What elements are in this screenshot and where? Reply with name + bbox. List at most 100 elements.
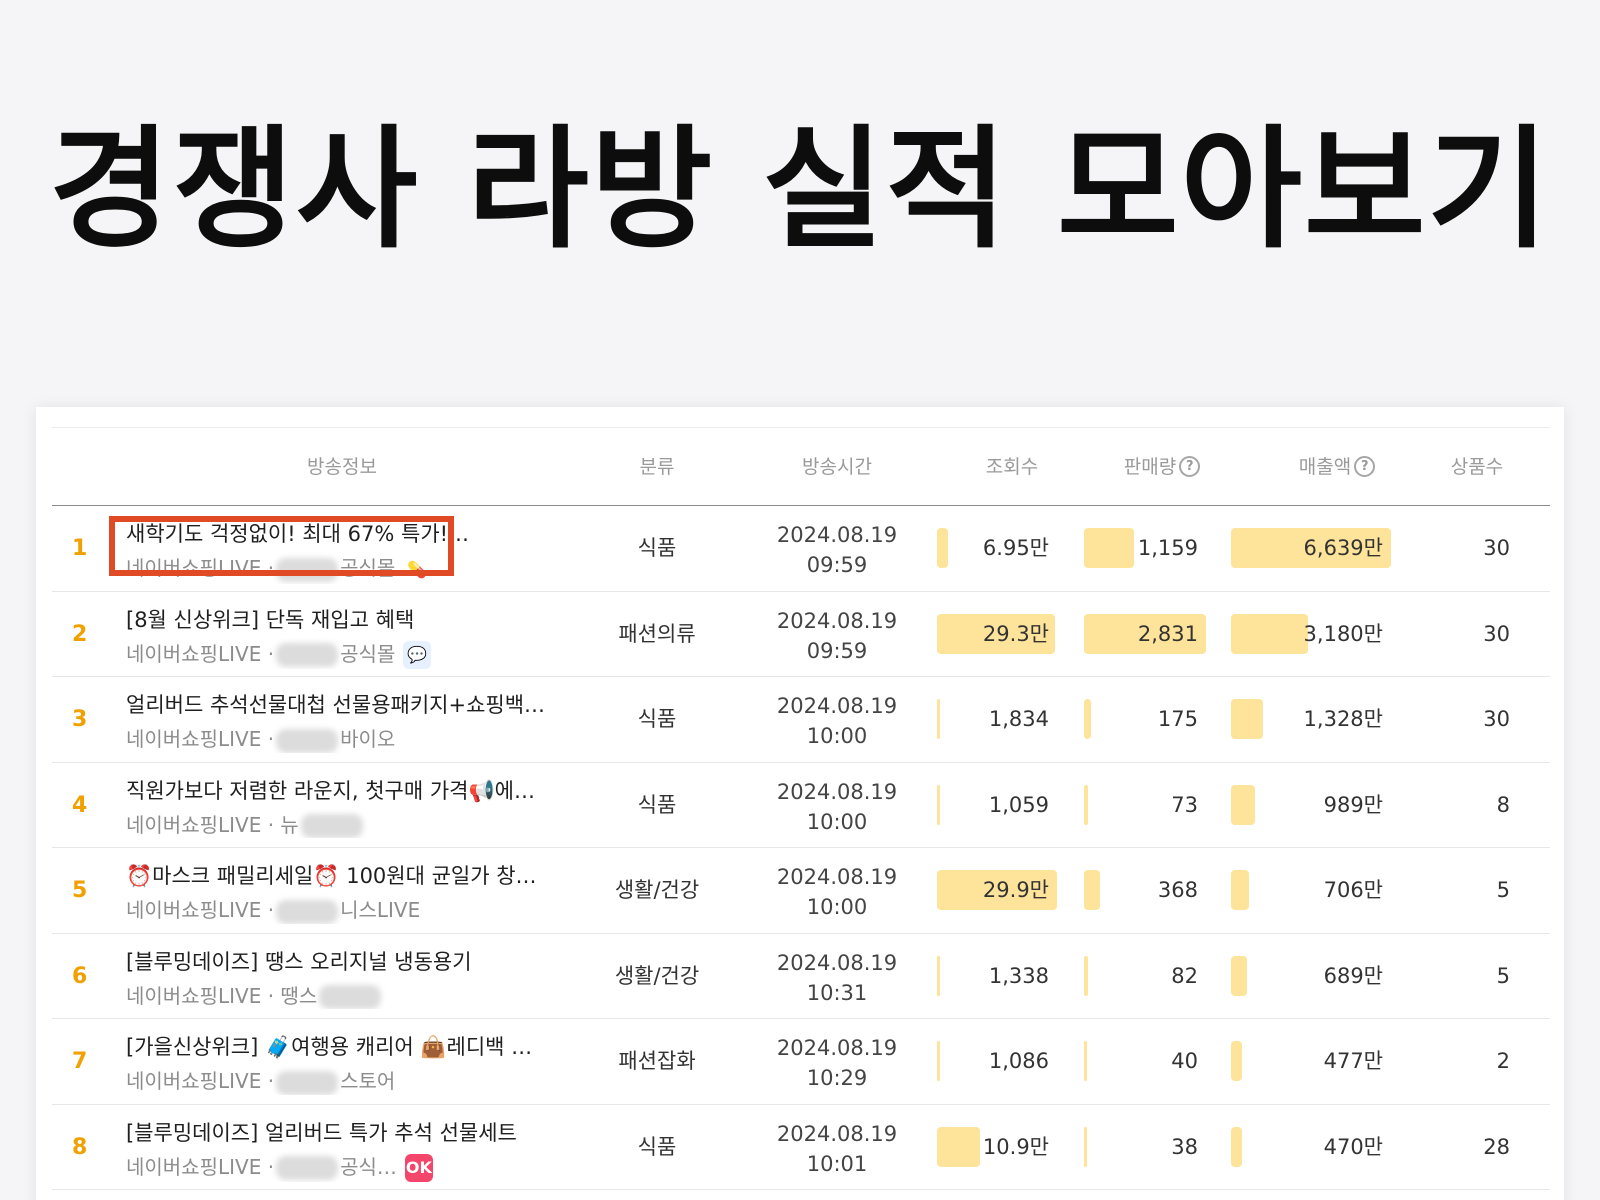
broadcast-clock: 09:59 (806, 553, 868, 577)
revenue-value: 3,180만 (1303, 621, 1383, 646)
broadcast-title[interactable]: [블루밍데이즈] 땡스 오리지널 냉동용기 (126, 946, 566, 976)
broadcast-date: 2024.08.19 (776, 608, 898, 633)
highlight-box (109, 516, 454, 576)
sales-cell: 40 (1084, 1041, 1206, 1081)
column-header-info[interactable]: 방송정보 (242, 428, 442, 506)
broadcast-clock: 09:59 (806, 638, 868, 663)
revenue-cell: 1,328만 (1231, 699, 1391, 739)
table-header: 방송정보 분류 방송시간 조회수 판매량? 매출액? 상품수 (52, 428, 1550, 506)
table-row[interactable]: 8 [블루밍데이즈] 얼리버드 특가 추석 선물세트 네이버쇼핑LIVE · 공식… (52, 1105, 1550, 1190)
broadcast-clock: 10:01 (806, 1151, 868, 1176)
views-cell: 29.9만 (937, 870, 1057, 910)
column-header-views[interactable]: 조회수 (952, 428, 1072, 506)
product-count-cell: 5 (1496, 963, 1510, 988)
column-header-category[interactable]: 분류 (597, 428, 717, 506)
product-count-cell: 8 (1496, 792, 1510, 817)
broadcast-date: 2024.08.19 (776, 865, 898, 889)
views-bar (937, 699, 940, 739)
category-cell: 식품 (637, 1134, 677, 1159)
views-value: 1,059 (988, 792, 1049, 817)
product-count-cell: 2 (1496, 1049, 1510, 1073)
blurred-store-name (319, 985, 382, 1009)
category-cell: 식품 (637, 536, 677, 560)
sales-bar (1084, 699, 1091, 739)
broadcast-title[interactable]: 직원가보다 저렴한 라운지, 첫구매 가격📢에… (126, 775, 566, 805)
broadcast-clock: 10:00 (806, 724, 868, 748)
broadcast-date: 2024.08.19 (776, 1121, 898, 1146)
blurred-store-name (276, 728, 339, 753)
broadcast-title[interactable]: [8월 신상위크] 단독 재입고 혜택 (126, 604, 566, 634)
broadcast-title[interactable]: ⏰마스크 패밀리세일⏰ 100원대 균일가 창… (126, 860, 566, 890)
channel-name: 네이버쇼핑LIVE · (126, 641, 275, 666)
product-count-cell: 28 (1483, 1134, 1510, 1159)
category-cell: 생활/건강 (614, 878, 700, 902)
revenue-value: 6,639만 (1303, 536, 1383, 560)
broadcast-title[interactable]: [블루밍데이즈] 얼리버드 특가 추석 선물세트 (126, 1117, 566, 1147)
views-bar (937, 1041, 940, 1081)
table-row[interactable]: 3 얼리버드 추석선물대첩 선물용패키지+쇼핑백… 네이버쇼핑LIVE · 바이오… (52, 677, 1550, 763)
broadcast-title[interactable]: 얼리버드 추석선물대첩 선물용패키지+쇼핑백… (126, 689, 566, 719)
channel-name: 네이버쇼핑LIVE · (126, 898, 275, 922)
table-row[interactable]: 2 [8월 신상위크] 단독 재입고 혜택 네이버쇼핑LIVE · 공식몰 💬 패션… (52, 592, 1550, 677)
sales-value: 82 (1171, 963, 1198, 988)
sales-value: 73 (1171, 792, 1198, 817)
broadcast-channel: 네이버쇼핑LIVE · 스토어 (126, 1065, 566, 1095)
table-row[interactable]: 7 [가을신상위크] 🧳여행용 캐리어 👜레디백 … 네이버쇼핑LIVE · 스토… (52, 1019, 1550, 1105)
column-header-sales[interactable]: 판매량? (1092, 428, 1232, 506)
help-icon[interactable]: ? (1354, 455, 1376, 477)
broadcast-time-cell: 2024.08.19 09:59 (772, 520, 902, 580)
broadcast-date: 2024.08.19 (776, 950, 898, 975)
sales-value: 38 (1171, 1134, 1198, 1159)
broadcast-clock: 10:31 (806, 980, 868, 1005)
sales-cell: 1,159 (1084, 528, 1206, 568)
views-cell: 6.95만 (937, 528, 1057, 568)
table-row[interactable]: 5 ⏰마스크 패밀리세일⏰ 100원대 균일가 창… 네이버쇼핑LIVE · 니스… (52, 848, 1550, 934)
column-header-revenue[interactable]: 매출액? (1252, 428, 1422, 506)
column-header-time[interactable]: 방송시간 (772, 428, 902, 506)
table-row[interactable]: 4 직원가보다 저렴한 라운지, 첫구매 가격📢에… 네이버쇼핑LIVE · 뉴… (52, 763, 1550, 848)
product-count-cell: 30 (1483, 536, 1510, 560)
sales-bar (1084, 1041, 1087, 1081)
broadcast-date: 2024.08.19 (776, 694, 898, 718)
sales-cell: 73 (1084, 784, 1206, 825)
product-count-cell: 30 (1483, 621, 1510, 646)
store-name: 공식몰 (340, 641, 396, 666)
sales-bar (1084, 955, 1088, 996)
views-cell: 1,834 (937, 699, 1057, 739)
blurred-store-name (276, 1070, 339, 1095)
category-cell: 식품 (637, 707, 677, 731)
column-header-products[interactable]: 상품수 (1432, 428, 1522, 506)
table-row[interactable]: 6 [블루밍데이즈] 땡스 오리지널 냉동용기 네이버쇼핑LIVE · 땡스 생… (52, 934, 1550, 1019)
channel-name: 네이버쇼핑LIVE · (126, 1069, 275, 1093)
sales-bar (1084, 870, 1100, 910)
sales-value: 2,831 (1137, 621, 1198, 646)
store-name: 공식… (340, 1154, 397, 1179)
broadcast-clock: 10:00 (806, 895, 868, 919)
category-cell: 패션잡화 (618, 1049, 696, 1073)
broadcast-channel: 네이버쇼핑LIVE · 땡스 (126, 980, 566, 1009)
rank-number: 5 (72, 878, 88, 903)
rank-number: 3 (72, 707, 88, 732)
broadcast-time-cell: 2024.08.19 10:00 (772, 862, 902, 922)
revenue-value: 706만 (1323, 878, 1383, 902)
help-icon[interactable]: ? (1179, 455, 1201, 477)
sales-bar (1084, 1126, 1087, 1167)
page-title: 경쟁사 라방 실적 모아보기 (49, 113, 1551, 267)
broadcast-title[interactable]: [가을신상위크] 🧳여행용 캐리어 👜레디백 … (126, 1031, 566, 1061)
broadcast-date: 2024.08.19 (776, 779, 898, 804)
category-cell: 생활/건강 (614, 963, 700, 988)
revenue-cell: 989만 (1231, 784, 1391, 825)
revenue-value: 989만 (1323, 792, 1383, 817)
revenue-bar (1231, 1041, 1242, 1081)
revenue-bar (1231, 1126, 1242, 1167)
broadcast-date: 2024.08.19 (776, 523, 898, 547)
sales-value: 175 (1157, 707, 1198, 731)
views-cell: 1,059 (937, 784, 1057, 825)
broadcast-channel: 네이버쇼핑LIVE · 니스LIVE (126, 894, 566, 924)
sales-cell: 38 (1084, 1126, 1206, 1167)
broadcast-channel: 네이버쇼핑LIVE · 뉴 (126, 809, 566, 838)
revenue-cell: 689만 (1231, 955, 1391, 996)
broadcast-time-cell: 2024.08.19 10:31 (772, 948, 902, 1008)
store-name: 바이오 (340, 727, 396, 751)
revenue-bar (1231, 699, 1263, 739)
